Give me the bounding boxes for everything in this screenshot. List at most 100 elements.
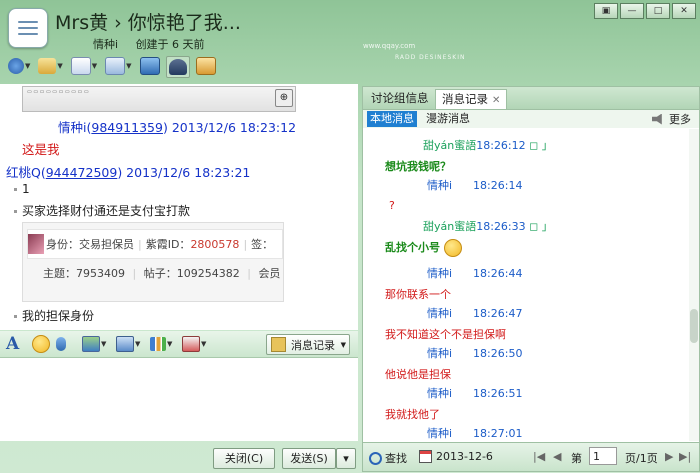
card-id: 2800578 (190, 237, 240, 251)
microphone-icon (56, 337, 66, 351)
page-number-input[interactable]: 1 (589, 447, 617, 465)
minimize-button[interactable]: — (620, 3, 644, 19)
bar-chart-icon (150, 337, 166, 351)
tab-group-info[interactable]: 讨论组信息 (365, 89, 435, 108)
chevron-down-icon: ▼ (340, 340, 346, 349)
log-time: 18:26:12 (476, 139, 526, 152)
tab-roaming-messages[interactable]: 漫游消息 (423, 111, 473, 127)
log-meta: 情种i 18:26:47 (427, 305, 522, 321)
chevron-down-icon: ▼ (201, 340, 207, 348)
group-chat-icon[interactable] (8, 8, 48, 48)
avatar (28, 234, 44, 254)
chart-button[interactable]: ▼ (150, 336, 172, 352)
close-button[interactable]: 关闭(C) (213, 448, 275, 469)
message-line: 1 (14, 182, 30, 196)
send-options-button[interactable]: ▾ (336, 448, 356, 469)
message-history-button[interactable]: 消息记录 ▼ (266, 334, 350, 355)
log-meta: 甜yán蜜語18:26:33 ◻ 」 (423, 218, 553, 234)
find-label: 查找 (385, 452, 407, 465)
page-prefix: 第 (571, 452, 582, 465)
message-text: 这是我 (22, 142, 60, 157)
thumb-tabs: ▭ ▭ ▭ ▭ ▭ ▭ ▭ ▭ ▭ ▭ (27, 89, 89, 95)
scroll-thumb[interactable] (690, 309, 698, 343)
window-subtitle: 情种i 创建于 6 天前 (93, 36, 219, 52)
shared-screenshot-thumb[interactable]: ▭ ▭ ▭ ▭ ▭ ▭ ▭ ▭ ▭ ▭ ⊕ (22, 86, 296, 112)
window-title: Mrs黄 › 你惊艳了我... (55, 12, 241, 34)
mail-button[interactable]: ▼ (69, 56, 99, 76)
tab-message-history[interactable]: 消息记录 ✕ (435, 89, 508, 109)
maximize-button[interactable]: □ (646, 3, 670, 19)
chevron-down-icon: ▼ (91, 62, 98, 70)
prev-page-button[interactable]: ◀ (553, 450, 561, 463)
log-name: 情种i (427, 267, 453, 280)
log-message: 我就找他了 (385, 408, 440, 421)
gift-button[interactable]: ▼ (182, 336, 206, 352)
card-row-1: 身份：交易担保员 | 紫霞ID： 2800578 | 签： (27, 229, 283, 259)
admin-icon (168, 59, 187, 75)
chevron-down-icon: ▼ (101, 340, 107, 348)
card-member: 会员：14 (258, 267, 281, 280)
log-name: 甜yán蜜語 (423, 139, 477, 152)
message-source-tabs: 本地消息 漫游消息 更多 (363, 110, 699, 128)
voice-button[interactable] (56, 336, 66, 352)
more-label: 更多 (669, 113, 691, 126)
skin-button[interactable]: ▣ (594, 3, 618, 19)
history-label: 消息记录 (291, 338, 335, 352)
watermark: www.qqay.com (363, 42, 416, 50)
log-time: 18:26:14 (473, 179, 523, 192)
calendar-icon (419, 450, 432, 463)
history-scrollbar[interactable] (689, 129, 699, 441)
monitor-button[interactable] (138, 56, 162, 76)
emoji-button[interactable] (32, 335, 50, 353)
log-message: 想坑我钱呢？ (385, 160, 451, 173)
exit-icon (195, 57, 216, 75)
log-meta: 情种i 18:27:01 (427, 425, 522, 441)
message-input[interactable] (0, 358, 358, 441)
close-icon[interactable]: ✕ (492, 95, 500, 106)
exit-button[interactable] (194, 56, 218, 76)
sender-qq[interactable]: 984911359 (91, 120, 163, 135)
card-role: 身份：交易担保员 (46, 238, 134, 251)
page-suffix: 页/1页 (625, 452, 658, 465)
log-time: 18:27:01 (473, 427, 523, 440)
gift-icon (182, 336, 200, 352)
sender-qq[interactable]: 944472509 (46, 165, 118, 180)
message-time: 2013/12/6 18:23:21 (126, 165, 251, 180)
more-button[interactable]: 更多 (652, 111, 691, 127)
close-window-button[interactable]: ✕ (672, 3, 696, 19)
share-button[interactable]: ▼ (36, 56, 64, 76)
font-icon: A (6, 334, 20, 354)
log-time: 18:26:50 (473, 347, 523, 360)
admin-button[interactable] (165, 56, 190, 78)
next-page-button[interactable]: ▶ (665, 450, 673, 463)
log-name: 情种i (427, 347, 453, 360)
first-page-button[interactable]: |◀ (533, 450, 545, 463)
add-member-button[interactable]: ▼ (103, 56, 133, 76)
profile-card-image[interactable]: 身份：交易担保员 | 紫霞ID： 2800578 | 签： 主题：7953409… (22, 222, 284, 302)
date-picker[interactable]: 2013-12-6 (419, 450, 493, 463)
tab-local-messages[interactable]: 本地消息 (367, 111, 417, 127)
font-button[interactable]: A (6, 334, 20, 354)
find-button[interactable]: 查找 (369, 450, 407, 466)
send-button[interactable]: 发送(S) (282, 448, 336, 469)
speaker-icon (652, 113, 662, 125)
chevron-down-icon: ▼ (126, 62, 132, 70)
history-log[interactable]: 甜yán蜜語18:26:12 ◻ 」 想坑我钱呢？ 情种i 18:26:14 ?… (363, 129, 689, 441)
tab-label: 消息记录 (442, 92, 488, 106)
log-message: 那你联系一个 (385, 288, 451, 301)
image-button[interactable]: ▼ (82, 336, 106, 352)
log-name: 情种i (427, 179, 453, 192)
card-topics: 主题：7953409 (43, 267, 125, 280)
chevron-down-icon: ▼ (25, 62, 31, 70)
message-header-2: 红桃Q(944472509) 2013/12/6 18:23:21 (6, 165, 251, 180)
sender-name[interactable]: 情种i (58, 120, 86, 135)
screen-button[interactable]: ▼ (116, 336, 140, 352)
last-page-button[interactable]: ▶| (679, 450, 691, 463)
globe-button[interactable]: ▼ (6, 56, 32, 76)
sender-name[interactable]: 红桃Q (6, 165, 41, 180)
message-time: 2013/12/6 18:23:12 (171, 120, 297, 135)
smiley-icon (32, 335, 50, 353)
role-label: 情种i (93, 38, 119, 51)
zoom-icon[interactable]: ⊕ (275, 89, 293, 107)
chat-window: Mrs黄 › 你惊艳了我... 情种i 创建于 6 天前 ▣ — □ ✕ www… (0, 0, 700, 473)
